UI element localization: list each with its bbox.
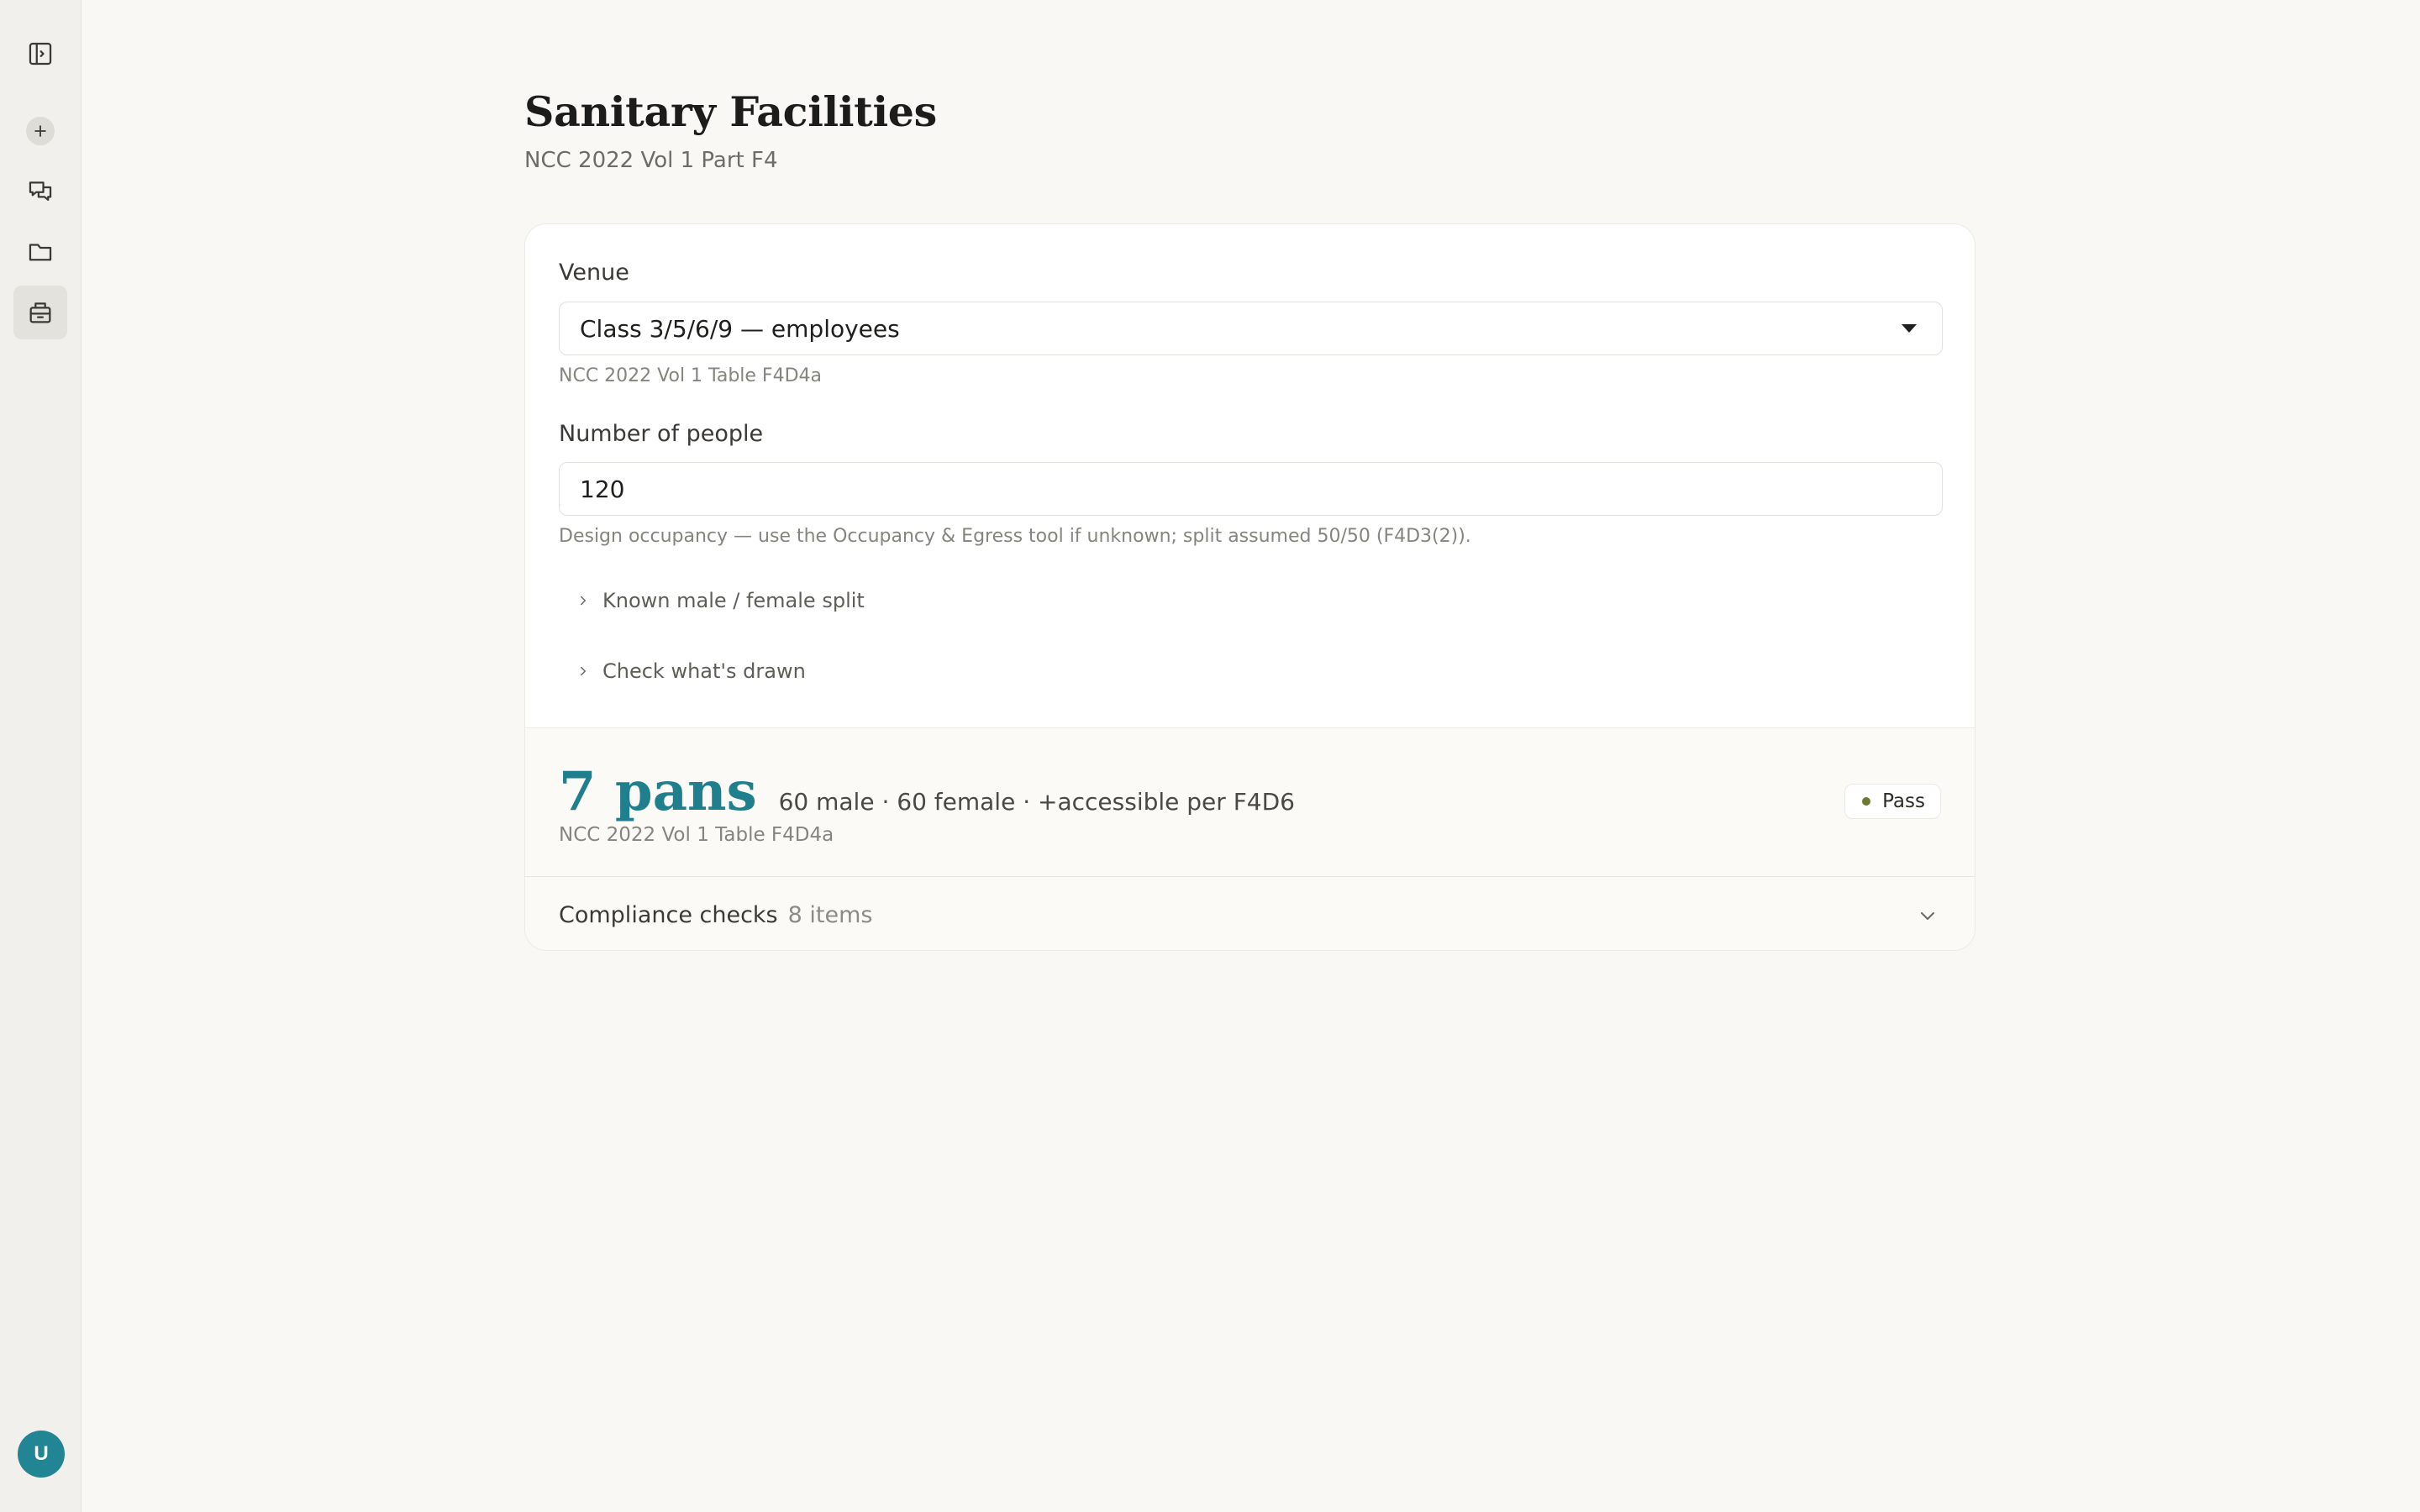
result-detail: 60 male · 60 female · +accessible per F4…: [778, 788, 1295, 816]
result-reference: NCC 2022 Vol 1 Table F4D4a: [559, 824, 834, 846]
chevron-down-icon: [1918, 906, 1938, 929]
expander-gender-split[interactable]: Known male / female split: [576, 589, 865, 612]
page-title: Sanitary Facilities: [524, 87, 937, 136]
people-help-text: Design occupancy — use the Occupancy & E…: [559, 526, 1471, 547]
projects-button[interactable]: [13, 225, 67, 279]
tools-button[interactable]: [13, 286, 67, 339]
sidebar-toggle-icon: [29, 42, 52, 66]
expander-check-drawn[interactable]: Check what's drawn: [576, 659, 806, 683]
venue-select[interactable]: Class 3/5/6/9 — employees: [559, 302, 1943, 355]
avatar[interactable]: U: [18, 1431, 65, 1478]
people-input-value: 120: [580, 475, 625, 503]
venue-select-value: Class 3/5/6/9 — employees: [580, 314, 900, 343]
plus-icon: [26, 117, 55, 145]
status-badge-label: Pass: [1882, 790, 1925, 812]
result-section: 7 pans 60 male · 60 female · +accessible…: [525, 727, 1975, 877]
people-label: Number of people: [559, 421, 764, 447]
venue-label: Venue: [559, 260, 629, 286]
status-dot-icon: [1862, 797, 1871, 806]
expander-label: Known male / female split: [602, 589, 865, 612]
status-badge: Pass: [1844, 784, 1941, 819]
venue-help-text: NCC 2022 Vol 1 Table F4D4a: [559, 365, 823, 386]
toggle-sidebar-button[interactable]: [13, 27, 67, 81]
result-main: 7 pans 60 male · 60 female · +accessible…: [559, 760, 1295, 823]
compliance-checks-label: Compliance checks 8 items: [559, 902, 872, 928]
compliance-checks-toggle[interactable]: Compliance checks 8 items: [525, 877, 1975, 950]
chats-button[interactable]: [13, 165, 67, 218]
chevron-right-icon: [581, 596, 586, 606]
sidebar: U: [0, 0, 82, 1512]
people-input[interactable]: 120: [559, 462, 1943, 516]
expander-label: Check what's drawn: [602, 659, 806, 683]
folder-icon: [29, 244, 52, 261]
new-button[interactable]: [13, 104, 67, 158]
page-header: Sanitary Facilities NCC 2022 Vol 1 Part …: [524, 87, 937, 173]
page-subtitle: NCC 2022 Vol 1 Part F4: [524, 148, 778, 173]
caret-down-icon: [1902, 324, 1917, 333]
toolbox-icon: [29, 302, 51, 323]
chevron-right-icon: [581, 666, 586, 676]
compliance-checks-title: Compliance checks: [559, 902, 778, 928]
chat-bubbles-icon: [29, 181, 52, 202]
compliance-checks-count: 8 items: [787, 902, 873, 928]
calculator-card: Venue Class 3/5/6/9 — employees NCC 2022…: [524, 223, 1975, 951]
result-value: 7 pans: [559, 760, 757, 823]
